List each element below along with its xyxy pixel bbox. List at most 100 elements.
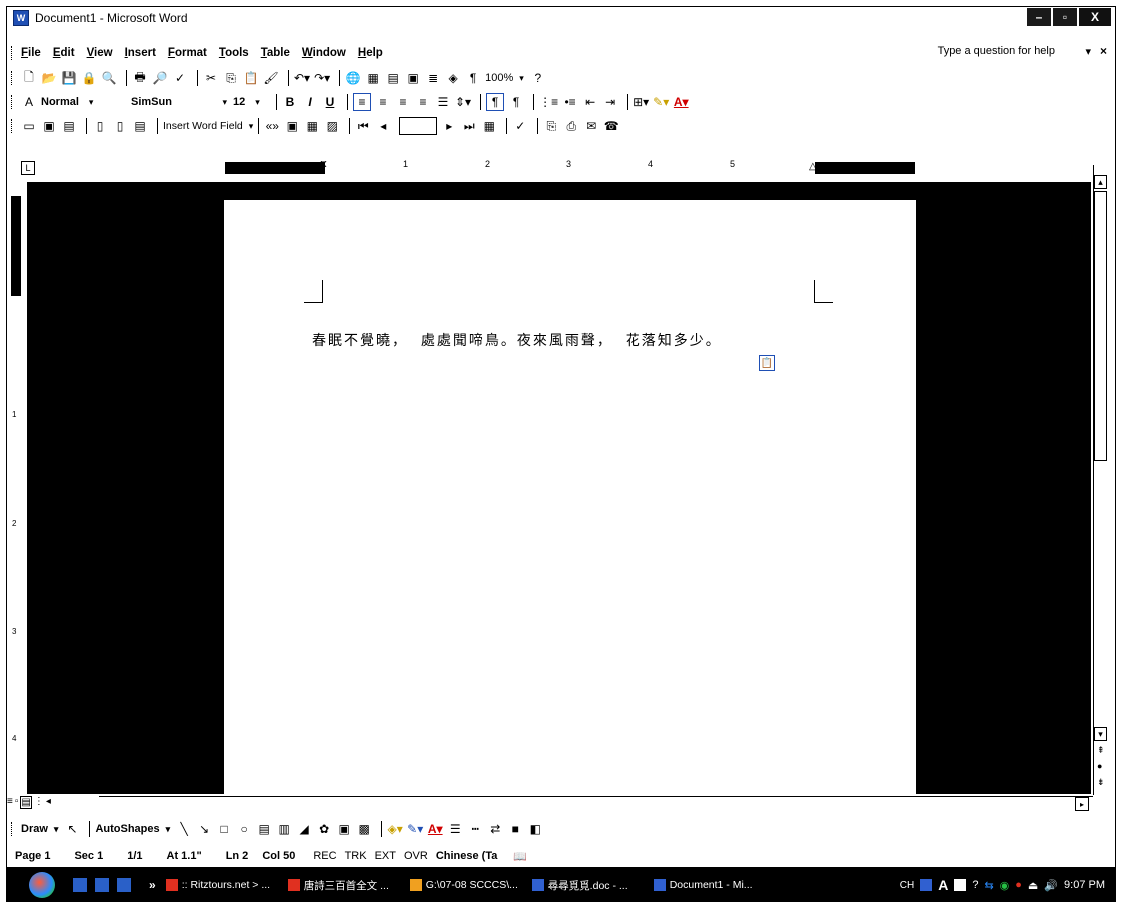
- decrease-indent-icon[interactable]: ⇤: [582, 94, 598, 110]
- distributed-icon[interactable]: ☰: [435, 94, 451, 110]
- insert-excel-icon[interactable]: ▣: [405, 70, 421, 86]
- columns-icon[interactable]: ≣: [425, 70, 441, 86]
- ie-icon[interactable]: [95, 878, 109, 892]
- research-icon[interactable]: 🔍: [101, 70, 117, 86]
- font-size-dropdown[interactable]: 12 ▾: [233, 96, 271, 108]
- line-style-icon[interactable]: ☰: [447, 821, 463, 837]
- insert-word-field-dropdown[interactable]: Insert Word Field ▾: [163, 120, 253, 132]
- select-objects-icon[interactable]: ↖: [64, 821, 80, 837]
- menu-format[interactable]: Format: [168, 47, 207, 59]
- menu-help[interactable]: Help: [358, 47, 383, 59]
- new-document-icon[interactable]: 🗋: [21, 70, 37, 86]
- align-left-icon[interactable]: ≡: [353, 93, 371, 111]
- volume-icon[interactable]: 🔊: [1044, 879, 1058, 892]
- minimize-button[interactable]: –: [1027, 8, 1051, 26]
- previous-page-icon[interactable]: ⇞: [1097, 745, 1105, 756]
- arrow-icon[interactable]: ↘: [196, 821, 212, 837]
- document-page[interactable]: 春眠不覺曉， 處處聞啼鳥。夜來風雨聲， 花落知多少。 📋: [224, 200, 916, 794]
- check-errors-icon[interactable]: ✓: [512, 118, 528, 134]
- line-icon[interactable]: ╲: [176, 821, 192, 837]
- ime-icon[interactable]: [920, 879, 933, 891]
- text-box-icon[interactable]: ▤: [256, 821, 272, 837]
- cut-icon[interactable]: ✂: [203, 70, 219, 86]
- italic-button[interactable]: I: [302, 94, 318, 110]
- clip-art-icon[interactable]: ▣: [336, 821, 352, 837]
- highlight-fields-icon[interactable]: ▣: [284, 118, 300, 134]
- scroll-thumb[interactable]: [1094, 191, 1107, 461]
- bold-button[interactable]: B: [282, 94, 298, 110]
- menu-file[interactable]: File: [21, 47, 41, 59]
- status-trk[interactable]: TRK: [345, 850, 367, 862]
- dash-style-icon[interactable]: ┅: [467, 821, 483, 837]
- borders-icon[interactable]: ⊞▾: [633, 94, 649, 110]
- next-page-icon[interactable]: ⇟: [1097, 777, 1105, 788]
- save-icon[interactable]: 💾: [61, 70, 77, 86]
- paste-options-icon[interactable]: 📋: [759, 355, 775, 371]
- print-layout-icon[interactable]: ▤: [20, 796, 32, 809]
- status-rec[interactable]: REC: [313, 850, 336, 862]
- menu-edit[interactable]: Edit: [53, 47, 75, 59]
- open-data-source-icon[interactable]: ▣: [41, 118, 57, 134]
- undo-icon[interactable]: ↶▾: [294, 70, 310, 86]
- fill-color-icon[interactable]: ◈▾: [387, 821, 403, 837]
- insert-table-icon[interactable]: ▤: [385, 70, 401, 86]
- justify-icon[interactable]: ≡: [415, 94, 431, 110]
- menu-insert[interactable]: Insert: [125, 47, 156, 59]
- rectangle-icon[interactable]: □: [216, 821, 232, 837]
- help-tray-icon[interactable]: ?: [972, 879, 978, 891]
- toolbar-grip[interactable]: [11, 822, 15, 836]
- print-preview-icon[interactable]: 🔎: [152, 70, 168, 86]
- tables-borders-icon[interactable]: ▦: [365, 70, 381, 86]
- menu-table[interactable]: Table: [261, 47, 290, 59]
- menu-tools[interactable]: Tools: [219, 47, 249, 59]
- start-button[interactable]: [29, 872, 55, 898]
- taskbar-item[interactable]: Document1 - Mi...: [653, 879, 766, 891]
- restore-button[interactable]: ▫: [1053, 8, 1077, 26]
- underline-button[interactable]: U: [322, 94, 338, 110]
- insert-fields-icon[interactable]: ▤: [132, 118, 148, 134]
- taskbar-item[interactable]: G:\07-08 SCCCS\...: [409, 879, 522, 891]
- tab-selector[interactable]: L: [21, 161, 35, 175]
- usb-icon[interactable]: ⏏: [1028, 879, 1038, 892]
- propagate-labels-icon[interactable]: ▨: [324, 118, 340, 134]
- spelling-status-icon[interactable]: 📖: [513, 850, 527, 863]
- ask-question-box[interactable]: Type a question for help: [938, 45, 1055, 57]
- help-icon[interactable]: ?: [530, 70, 546, 86]
- quick-launch-more-icon[interactable]: »: [149, 878, 156, 892]
- rtl-icon[interactable]: ¶: [508, 94, 524, 110]
- scroll-down-icon[interactable]: ▾: [1094, 727, 1107, 741]
- oval-icon[interactable]: ○: [236, 821, 252, 837]
- picture-icon[interactable]: ▩: [356, 821, 372, 837]
- numbering-icon[interactable]: ⋮≡: [539, 94, 558, 110]
- merge-to-email-icon[interactable]: ✉: [583, 118, 599, 134]
- hyperlink-icon[interactable]: 🌐: [345, 70, 361, 86]
- spelling-icon[interactable]: ✓: [172, 70, 188, 86]
- print-icon[interactable]: 🖶: [132, 70, 148, 86]
- insert-greeting-icon[interactable]: ▯: [112, 118, 128, 134]
- zoom-dropdown[interactable]: 100% ▾: [485, 72, 524, 84]
- document-close-button[interactable]: ×: [1100, 44, 1107, 58]
- close-button[interactable]: X: [1079, 8, 1111, 26]
- taskbar-item[interactable]: 尋尋覓覓.doc - ...: [531, 878, 644, 893]
- scroll-up-icon[interactable]: ▴: [1094, 175, 1107, 189]
- wordart-icon[interactable]: ◢: [296, 821, 312, 837]
- find-entry-icon[interactable]: ▦: [481, 118, 497, 134]
- style-dropdown[interactable]: Normal ▾: [41, 96, 117, 108]
- horizontal-scrollbar[interactable]: ▸: [99, 796, 1093, 811]
- ltr-icon[interactable]: ¶: [486, 93, 505, 111]
- font-dropdown[interactable]: SimSun ▾: [131, 96, 227, 108]
- open-folder-icon[interactable]: 📂: [41, 70, 57, 86]
- normal-view-icon[interactable]: ≡: [7, 796, 13, 809]
- menubar-grip[interactable]: [11, 46, 15, 60]
- record-number-field[interactable]: [399, 117, 438, 135]
- security-icon[interactable]: ◉: [1000, 879, 1010, 892]
- line-spacing-icon[interactable]: ⇕▾: [455, 94, 471, 110]
- draw-menu[interactable]: Draw ▾: [21, 823, 58, 835]
- toolbar-grip[interactable]: [11, 71, 15, 85]
- recipients-icon[interactable]: ▤: [61, 118, 77, 134]
- outline-view-icon[interactable]: ⋮: [34, 796, 44, 809]
- arrow-style-icon[interactable]: ⇄: [487, 821, 503, 837]
- bullets-icon[interactable]: •≡: [562, 94, 578, 110]
- word-app-icon[interactable]: W: [13, 10, 29, 26]
- autoshapes-menu[interactable]: AutoShapes ▾: [95, 823, 170, 835]
